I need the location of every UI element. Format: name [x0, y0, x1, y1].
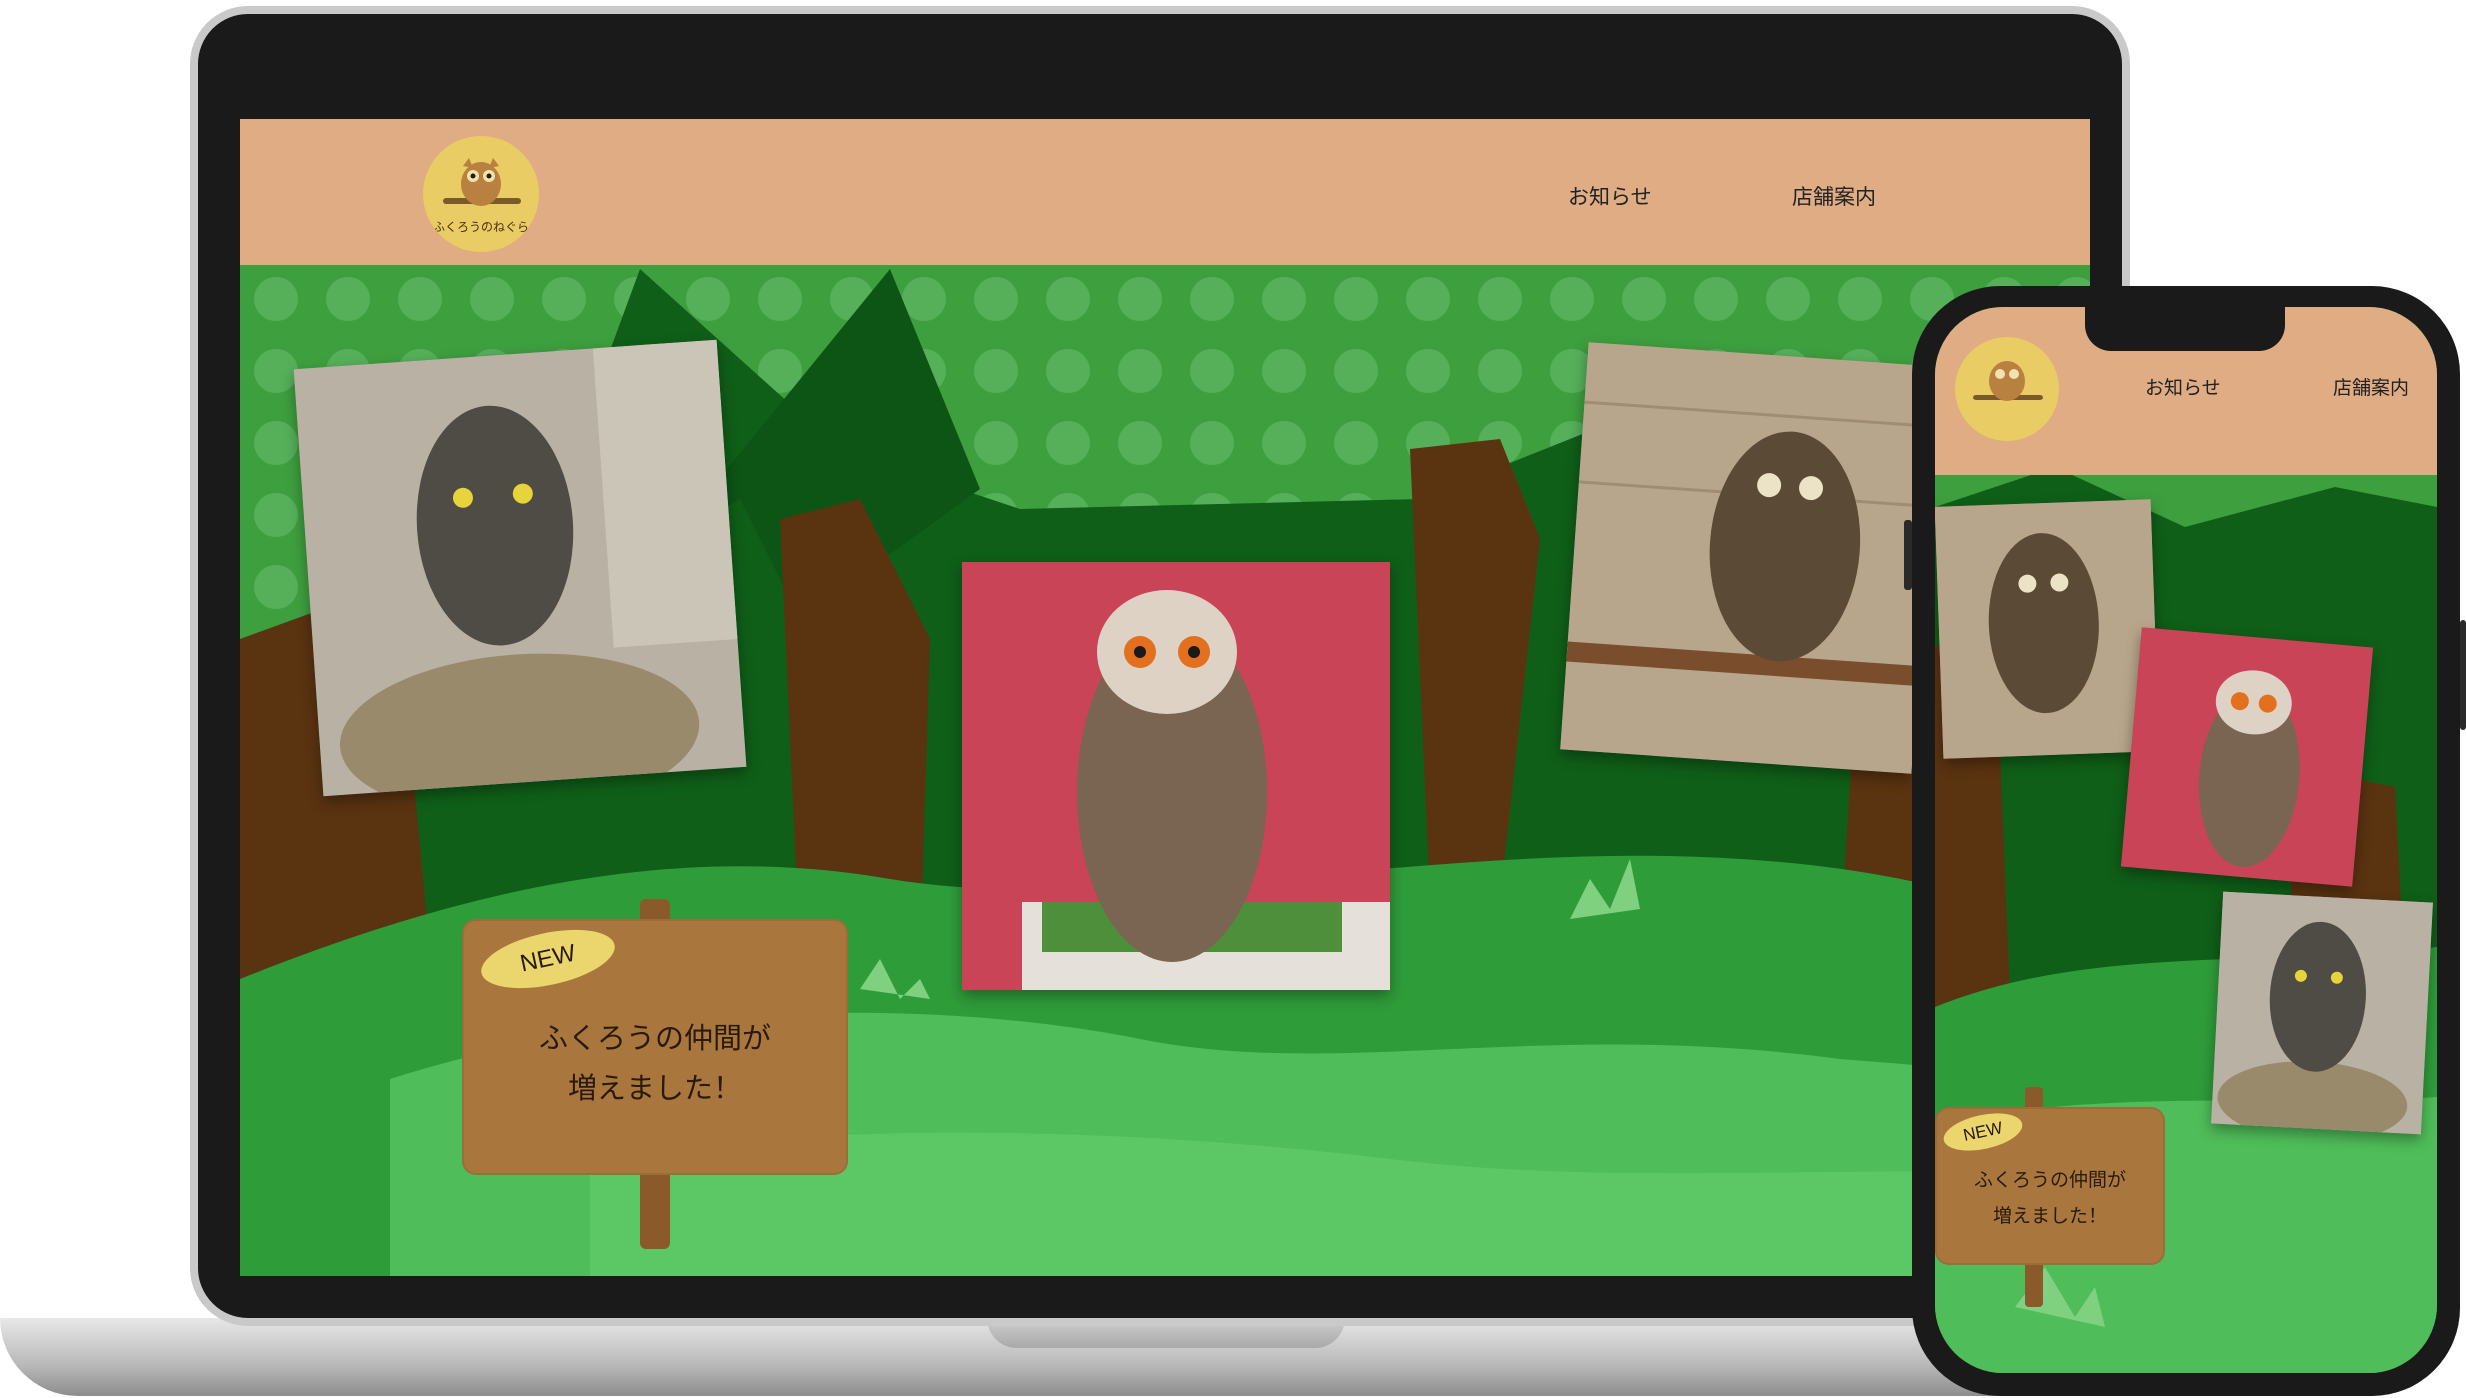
phone-screen: お知らせ 店舗案内 NEW ふくろうの仲間が 増えました！ [1935, 307, 2437, 1373]
little-owl-image [1560, 342, 1940, 774]
sign-line-2: 増えました！ [567, 1071, 742, 1105]
phone-owl-photo-white-faced[interactable] [2120, 627, 2374, 887]
site-logo[interactable]: ふくろうのねぐら [423, 136, 539, 252]
white-faced-owl-image [962, 562, 1390, 990]
phone-little-owl-image [1935, 499, 2160, 759]
phone-power-button [2460, 620, 2466, 730]
phone-nav-news[interactable]: お知らせ [2145, 373, 2221, 400]
phone-owl-photo-grey[interactable] [2211, 891, 2433, 1135]
grey-owl-image [293, 339, 747, 797]
phone-notch [2085, 307, 2285, 351]
site-header: ふくろうのねぐら お知らせ 店舗案内 [240, 119, 2090, 265]
news-sign[interactable]: NEW ふくろうの仲間が 増えました！ [462, 919, 848, 1175]
logo-text: ふくろうのねぐら [432, 220, 529, 234]
phone-owl-logo-icon [1973, 361, 2043, 401]
owl-photo-grey[interactable] [293, 339, 747, 797]
phone-sign-line-2: 増えました！ [1992, 1205, 2107, 1227]
nav-news[interactable]: お知らせ [1568, 181, 1652, 211]
phone-grey-owl-image [2211, 891, 2433, 1135]
phone-new-badge: NEW [1940, 1107, 2026, 1157]
laptop-screen: ふくろうのねぐら お知らせ 店舗案内 NEW ふくろうの仲間が 増えました！ [240, 119, 2090, 1276]
phone-sign-line-1: ふくろうの仲間が [1973, 1169, 2126, 1191]
phone-site-logo[interactable] [1955, 337, 2059, 441]
owl-photo-white-faced[interactable] [962, 562, 1390, 990]
phone-nav-store-info[interactable]: 店舗案内 [2333, 373, 2409, 400]
phone-news-sign[interactable]: NEW ふくろうの仲間が 増えました！ [1935, 1107, 2165, 1265]
phone-side-button [1904, 520, 1912, 590]
owl-photo-little[interactable] [1560, 342, 1940, 774]
new-badge: NEW [476, 919, 620, 999]
nav-store-info[interactable]: 店舗案内 [1792, 181, 1876, 211]
sign-line-1: ふくろうの仲間が [538, 1021, 771, 1055]
phone-white-faced-owl-image [2120, 627, 2374, 887]
phone-owl-photo-little[interactable] [1935, 499, 2160, 759]
